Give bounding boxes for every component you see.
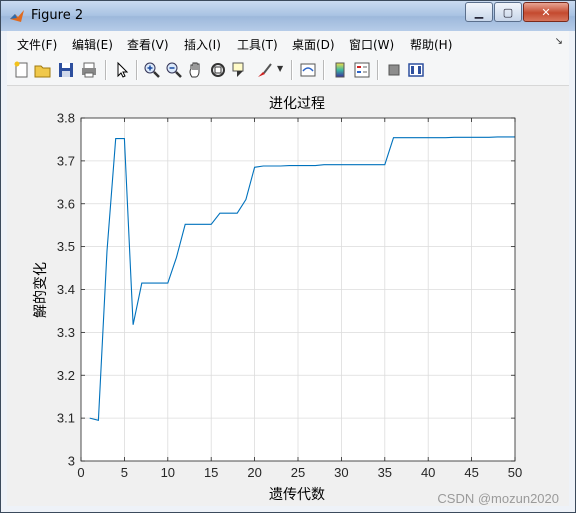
close-icon: ✕: [541, 5, 551, 19]
zoom-out-icon[interactable]: [165, 61, 183, 79]
y-tick-label: 3.6: [57, 196, 75, 211]
x-tick-label: 0: [77, 465, 84, 480]
y-tick-label: 3.5: [57, 239, 75, 254]
menu-window[interactable]: 窗口(W): [349, 36, 394, 53]
minimize-button[interactable]: ▁: [465, 2, 493, 22]
colorbar-icon[interactable]: [331, 61, 349, 79]
x-axis-label: 遗传代数: [269, 487, 325, 503]
menu-help[interactable]: 帮助(H): [410, 36, 452, 53]
y-tick-label: 3: [68, 454, 75, 469]
line-chart[interactable]: 0 5 10 15 20 25 30 35 40 45 50 3 3.1 3.2 3.3 3.4 3.5 3.6 3…: [7, 86, 569, 506]
x-tick-label: 35: [378, 465, 392, 480]
title-bar[interactable]: Figure 2 ▁ ▢ ✕: [1, 1, 575, 31]
figure-toolbar: ▼: [7, 55, 569, 86]
link-plot-icon[interactable]: [299, 61, 317, 79]
watermark: CSDN @mozun2020: [437, 491, 559, 506]
y-tick-label: 3.3: [57, 325, 75, 340]
y-tick-label: 3.8: [57, 111, 75, 126]
x-tick-label: 15: [204, 465, 218, 480]
x-tick-label: 5: [121, 465, 128, 480]
maximize-button[interactable]: ▢: [494, 2, 522, 22]
minimize-icon: ▁: [474, 5, 484, 19]
x-tick-label: 40: [421, 465, 435, 480]
menu-dock-arrow-icon[interactable]: ↘: [555, 36, 563, 47]
figure-window: Figure 2 ▁ ▢ ✕ 文件(F) 编辑(E) 查看(V) 插入(I) 工…: [0, 0, 576, 513]
show-plot-tools-icon[interactable]: [407, 61, 425, 79]
close-button[interactable]: ✕: [523, 2, 569, 22]
menu-tools[interactable]: 工具(T): [237, 36, 278, 53]
menu-edit[interactable]: 编辑(E): [72, 36, 113, 53]
save-icon[interactable]: [57, 61, 75, 79]
menu-file[interactable]: 文件(F): [17, 36, 57, 53]
new-figure-icon[interactable]: [13, 61, 31, 79]
hide-plot-tools-icon[interactable]: [385, 61, 403, 79]
rotate-3d-icon[interactable]: [209, 61, 227, 79]
brush-icon[interactable]: [255, 61, 273, 79]
x-tick-label: 25: [291, 465, 305, 480]
data-cursor-icon[interactable]: [231, 61, 249, 79]
legend-icon[interactable]: [353, 61, 371, 79]
brush-dropdown-icon[interactable]: ▼: [277, 64, 283, 73]
chart-title: 进化过程: [269, 96, 325, 112]
menu-view[interactable]: 查看(V): [127, 36, 169, 53]
print-icon[interactable]: [80, 61, 98, 79]
figure-canvas: 0 5 10 15 20 25 30 35 40 45 50 3 3.1 3.2 3.3 3.4 3.5 3.6 3…: [7, 86, 569, 506]
open-file-icon[interactable]: [34, 61, 52, 79]
y-tick-label: 3.4: [57, 282, 75, 297]
y-tick-label: 3.2: [57, 368, 75, 383]
matlab-logo-icon: [10, 10, 24, 22]
pan-icon[interactable]: [187, 61, 205, 79]
x-tick-label: 30: [334, 465, 348, 480]
window-title: Figure 2: [31, 8, 84, 23]
menu-bar: 文件(F) 编辑(E) 查看(V) 插入(I) 工具(T) 桌面(D) 窗口(W…: [7, 31, 569, 55]
x-tick-label: 50: [508, 465, 522, 480]
maximize-icon: ▢: [502, 5, 514, 19]
y-tick-label: 3.1: [57, 411, 75, 426]
zoom-in-icon[interactable]: [143, 61, 161, 79]
x-tick-label: 45: [464, 465, 478, 480]
x-tick-label: 20: [247, 465, 261, 480]
pointer-icon[interactable]: [113, 61, 131, 79]
menu-insert[interactable]: 插入(I): [184, 36, 221, 53]
menu-desktop[interactable]: 桌面(D): [292, 36, 335, 53]
x-tick-label: 10: [161, 465, 175, 480]
y-tick-label: 3.7: [57, 153, 75, 168]
y-axis-label: 解的变化: [33, 262, 49, 318]
